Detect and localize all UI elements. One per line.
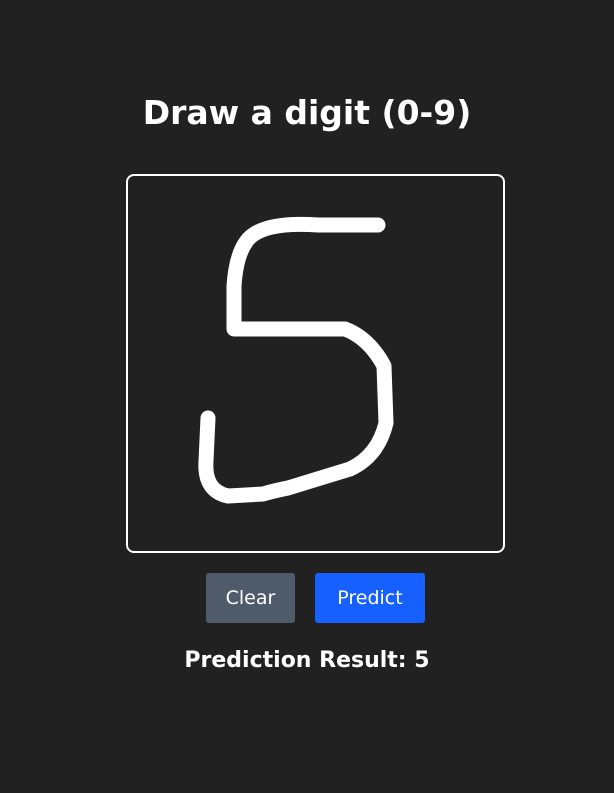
prediction-result: Prediction Result: 5	[184, 648, 430, 673]
drawing-canvas[interactable]	[126, 174, 505, 553]
page-title: Draw a digit (0-9)	[142, 93, 472, 132]
app-page: Draw a digit (0-9) Clear Predict Predict…	[0, 0, 614, 793]
drawn-digit-stroke	[198, 216, 394, 504]
predict-button[interactable]: Predict	[315, 573, 425, 623]
clear-button[interactable]: Clear	[206, 573, 295, 623]
